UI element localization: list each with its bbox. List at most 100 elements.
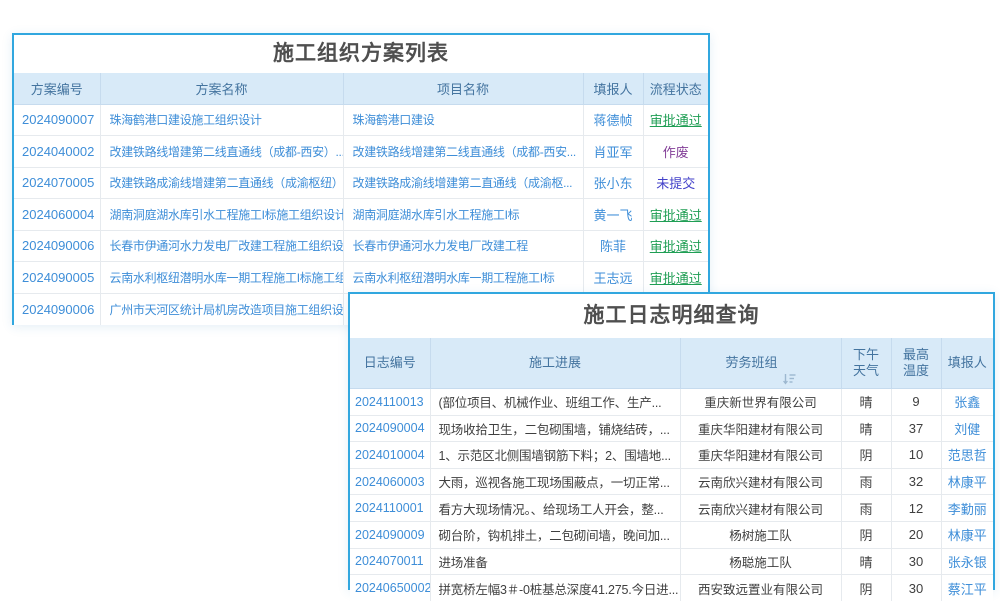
status-badge[interactable]: 审批通过 bbox=[643, 230, 708, 262]
table-row: 20240650002 拼宽桥左幅3＃-0桩基总深度41.275.今日进... … bbox=[350, 575, 993, 601]
log-id-link[interactable]: 2024060003 bbox=[350, 468, 430, 495]
table-row: 2024010004 1、示范区北侧围墙钢筋下料；2、围墙地... 重庆华阳建材… bbox=[350, 442, 993, 469]
table-row: 2024070005 改建铁路成渝线增建第二直通线（成渝枢纽）... 改建铁路成… bbox=[14, 167, 708, 199]
reporter-link[interactable]: 黄一飞 bbox=[583, 199, 643, 231]
reporter-link[interactable]: 林康平 bbox=[941, 468, 993, 495]
log-query-header-row: 日志编号 施工进展 劳务班组 bbox=[350, 338, 993, 389]
log-id-link[interactable]: 2024110001 bbox=[350, 495, 430, 522]
temp-value: 37 bbox=[891, 415, 941, 442]
project-name-link[interactable]: 改建铁路成渝线增建第二直通线（成渝枢... bbox=[343, 167, 583, 199]
team-name: 西安致远置业有限公司 bbox=[680, 575, 841, 601]
table-row: 2024070011 进场准备 杨聪施工队 晴 30 张永银 bbox=[350, 548, 993, 575]
plan-name-link[interactable]: 改建铁路成渝线增建第二直通线（成渝枢纽）... bbox=[100, 167, 343, 199]
status-badge[interactable]: 审批通过 bbox=[643, 104, 708, 136]
plan-id-link[interactable]: 2024090006 bbox=[14, 230, 100, 262]
reporter-link[interactable]: 刘健 bbox=[941, 415, 993, 442]
team-name: 云南欣兴建材有限公司 bbox=[680, 468, 841, 495]
progress-text: 进场准备 bbox=[430, 548, 680, 575]
reporter-link[interactable]: 蔡江平 bbox=[941, 575, 993, 601]
team-name: 重庆华阳建材有限公司 bbox=[680, 442, 841, 469]
log-id-link[interactable]: 2024090004 bbox=[350, 415, 430, 442]
plan-name-link[interactable]: 长春市伊通河水力发电厂改建工程施工组织设计 bbox=[100, 230, 343, 262]
plan-id-link[interactable]: 2024090007 bbox=[14, 104, 100, 136]
progress-text: 拼宽桥左幅3＃-0桩基总深度41.275.今日进... bbox=[430, 575, 680, 601]
reporter-link[interactable]: 范思哲 bbox=[941, 442, 993, 469]
reporter-link[interactable]: 张小东 bbox=[583, 167, 643, 199]
status-badge: 未提交 bbox=[643, 167, 708, 199]
status-badge[interactable]: 审批通过 bbox=[643, 262, 708, 294]
column-header-reporter: 填报人 bbox=[583, 73, 643, 104]
plan-list-title: 施工组织方案列表 bbox=[14, 35, 708, 73]
temp-value: 9 bbox=[891, 389, 941, 416]
progress-text: 现场收拾卫生，二包砌围墙，铺烧结砖，... bbox=[430, 415, 680, 442]
table-row: 2024110013 (部位项目、机械作业、班组工作、生产... 重庆新世界有限… bbox=[350, 389, 993, 416]
column-header-plan-name: 方案名称 bbox=[100, 73, 343, 104]
temp-value: 30 bbox=[891, 575, 941, 601]
table-row: 2024110001 看方大现场情况。、给现场工人开会，整... 云南欣兴建材有… bbox=[350, 495, 993, 522]
table-row: 2024090009 砌台阶，钩机排土，二包砌间墙，晚间加... 杨树施工队 阴… bbox=[350, 521, 993, 548]
log-id-link[interactable]: 2024010004 bbox=[350, 442, 430, 469]
log-query-title: 施工日志明细查询 bbox=[350, 294, 993, 338]
reporter-link[interactable]: 肖亚军 bbox=[583, 136, 643, 168]
log-query-table: 日志编号 施工进展 劳务班组 bbox=[350, 338, 993, 601]
plan-id-link[interactable]: 2024090005 bbox=[14, 262, 100, 294]
team-name: 云南欣兴建材有限公司 bbox=[680, 495, 841, 522]
reporter-link[interactable]: 陈菲 bbox=[583, 230, 643, 262]
reporter-link[interactable]: 张永银 bbox=[941, 548, 993, 575]
weather-value: 阴 bbox=[841, 442, 891, 469]
project-name-link[interactable]: 长春市伊通河水力发电厂改建工程 bbox=[343, 230, 583, 262]
weather-value: 阴 bbox=[841, 521, 891, 548]
table-row: 2024060004 湖南洞庭湖水库引水工程施工I标施工组织设计 湖南洞庭湖水库… bbox=[14, 199, 708, 231]
project-name-link[interactable]: 改建铁路线增建第二线直通线（成都-西安... bbox=[343, 136, 583, 168]
log-id-link[interactable]: 2024070011 bbox=[350, 548, 430, 575]
progress-text: (部位项目、机械作业、班组工作、生产... bbox=[430, 389, 680, 416]
plan-name-link[interactable]: 珠海鹤港口建设施工组织设计 bbox=[100, 104, 343, 136]
column-header-log-id: 日志编号 bbox=[350, 338, 430, 389]
reporter-link[interactable]: 王志远 bbox=[583, 262, 643, 294]
reporter-link[interactable]: 林康平 bbox=[941, 521, 993, 548]
plan-name-link[interactable]: 改建铁路线增建第二线直通线（成都-西安）... bbox=[100, 136, 343, 168]
weather-value: 晴 bbox=[841, 415, 891, 442]
log-id-link[interactable]: 2024090009 bbox=[350, 521, 430, 548]
team-name: 杨树施工队 bbox=[680, 521, 841, 548]
column-header-weather: 下午 天气 bbox=[841, 338, 891, 389]
column-header-team[interactable]: 劳务班组 bbox=[680, 338, 841, 389]
plan-id-link[interactable]: 2024090006 bbox=[14, 293, 100, 325]
reporter-link[interactable]: 李勤丽 bbox=[941, 495, 993, 522]
column-header-max-temp: 最高 温度 bbox=[891, 338, 941, 389]
sort-descending-icon[interactable] bbox=[783, 357, 796, 369]
table-row: 2024090006 长春市伊通河水力发电厂改建工程施工组织设计 长春市伊通河水… bbox=[14, 230, 708, 262]
log-id-link[interactable]: 2024110013 bbox=[350, 389, 430, 416]
project-name-link[interactable]: 湖南洞庭湖水库引水工程施工I标 bbox=[343, 199, 583, 231]
weather-value: 晴 bbox=[841, 548, 891, 575]
project-name-link[interactable]: 珠海鹤港口建设 bbox=[343, 104, 583, 136]
temp-value: 32 bbox=[891, 468, 941, 495]
plan-list-header-row: 方案编号 方案名称 项目名称 填报人 流程状态 bbox=[14, 73, 708, 104]
progress-text: 1、示范区北侧围墙钢筋下料；2、围墙地... bbox=[430, 442, 680, 469]
temp-value: 10 bbox=[891, 442, 941, 469]
plan-id-link[interactable]: 2024070005 bbox=[14, 167, 100, 199]
plan-id-link[interactable]: 2024040002 bbox=[14, 136, 100, 168]
progress-text: 大雨，巡视各施工现场围蔽点，一切正常... bbox=[430, 468, 680, 495]
table-row: 2024090005 云南水利枢纽潜明水库一期工程施工I标施工组... 云南水利… bbox=[14, 262, 708, 294]
reporter-link[interactable]: 蒋德帧 bbox=[583, 104, 643, 136]
team-name: 重庆华阳建材有限公司 bbox=[680, 415, 841, 442]
log-query-window: 施工日志明细查询 日志编号 施工进展 劳务班组 bbox=[348, 292, 995, 590]
plan-id-link[interactable]: 2024060004 bbox=[14, 199, 100, 231]
status-badge: 作废 bbox=[643, 136, 708, 168]
temp-value: 12 bbox=[891, 495, 941, 522]
temp-value: 20 bbox=[891, 521, 941, 548]
plan-name-link[interactable]: 湖南洞庭湖水库引水工程施工I标施工组织设计 bbox=[100, 199, 343, 231]
project-name-link[interactable]: 云南水利枢纽潜明水库一期工程施工I标 bbox=[343, 262, 583, 294]
status-badge[interactable]: 审批通过 bbox=[643, 199, 708, 231]
plan-name-link[interactable]: 云南水利枢纽潜明水库一期工程施工I标施工组... bbox=[100, 262, 343, 294]
plan-name-link[interactable]: 广州市天河区统计局机房改造项目施工组织设计 bbox=[100, 293, 343, 325]
log-id-link[interactable]: 20240650002 bbox=[350, 575, 430, 601]
weather-value: 雨 bbox=[841, 495, 891, 522]
column-header-reporter: 填报人 bbox=[941, 338, 993, 389]
reporter-link[interactable]: 张鑫 bbox=[941, 389, 993, 416]
plan-list-window: 施工组织方案列表 方案编号 方案名称 项目名称 填报人 流程状态 2024090… bbox=[12, 33, 710, 325]
team-name: 杨聪施工队 bbox=[680, 548, 841, 575]
weather-value: 雨 bbox=[841, 468, 891, 495]
table-row: 2024090004 现场收拾卫生，二包砌围墙，铺烧结砖，... 重庆华阳建材有… bbox=[350, 415, 993, 442]
